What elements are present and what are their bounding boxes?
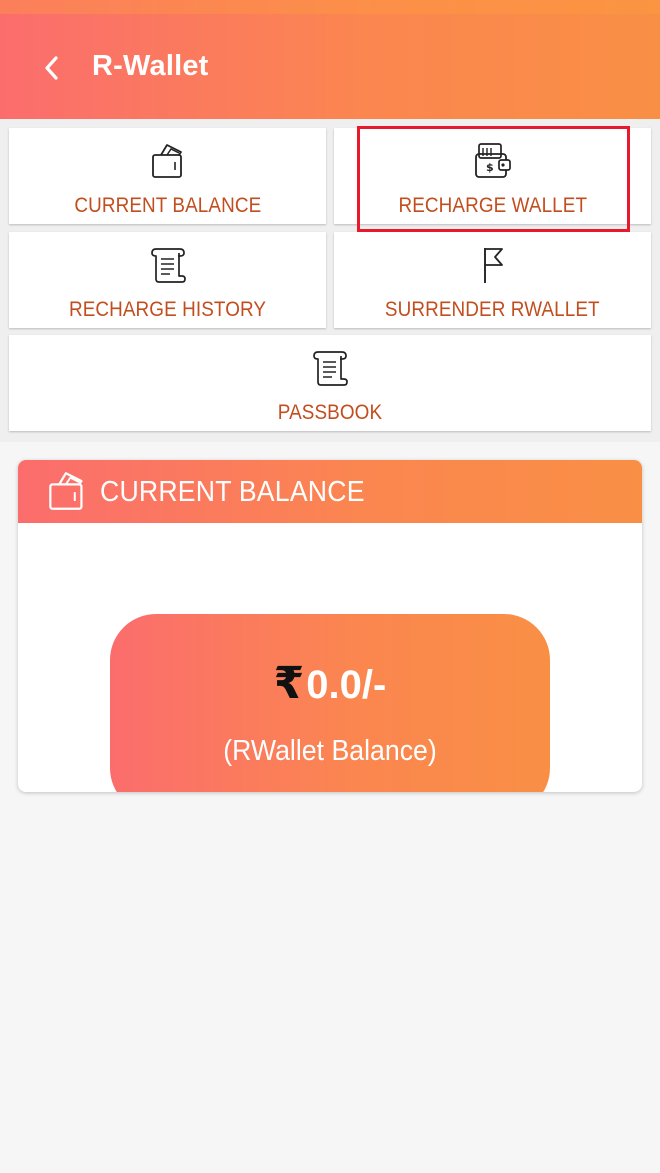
balance-amount: ₹0.0/- bbox=[110, 658, 550, 709]
page-title: R-Wallet bbox=[92, 50, 209, 82]
chevron-left-icon bbox=[45, 56, 58, 80]
tile-passbook[interactable]: PASSBOOK bbox=[9, 335, 651, 431]
status-bar bbox=[0, 0, 660, 14]
back-button[interactable] bbox=[30, 46, 74, 90]
flag-icon bbox=[472, 244, 514, 286]
wallet-card-icon bbox=[147, 140, 189, 182]
wallet-money-icon: $ bbox=[472, 140, 514, 182]
wallet-card-icon bbox=[46, 468, 88, 514]
balance-card: CURRENT BALANCE ₹0.0/- (RWallet Balance) bbox=[18, 460, 642, 792]
tile-recharge-history[interactable]: RECHARGE HISTORY bbox=[9, 232, 326, 328]
scroll-icon bbox=[309, 347, 351, 389]
tile-label: RECHARGE WALLET bbox=[398, 194, 587, 217]
balance-display: ₹0.0/- (RWallet Balance) bbox=[110, 614, 550, 792]
tile-surrender-rwallet[interactable]: SURRENDER RWALLET bbox=[334, 232, 651, 328]
balance-card-header: CURRENT BALANCE bbox=[18, 460, 642, 523]
svg-text:$: $ bbox=[486, 161, 494, 174]
tile-label: RECHARGE HISTORY bbox=[68, 298, 267, 321]
balance-card-title: CURRENT BALANCE bbox=[100, 476, 365, 508]
tile-label: SURRENDER RWALLET bbox=[385, 298, 600, 321]
rupee-icon: ₹ bbox=[273, 659, 305, 708]
app-bar: R-Wallet bbox=[0, 0, 660, 119]
scroll-icon bbox=[147, 244, 189, 286]
tile-current-balance[interactable]: CURRENT BALANCE bbox=[9, 128, 326, 224]
balance-caption: (RWallet Balance) bbox=[223, 735, 437, 767]
tile-recharge-wallet[interactable]: $ RECHARGE WALLET bbox=[334, 128, 651, 224]
amount-value: 0.0/- bbox=[306, 663, 387, 707]
tile-label: PASSBOOK bbox=[277, 401, 383, 424]
tile-label: CURRENT BALANCE bbox=[74, 194, 261, 217]
